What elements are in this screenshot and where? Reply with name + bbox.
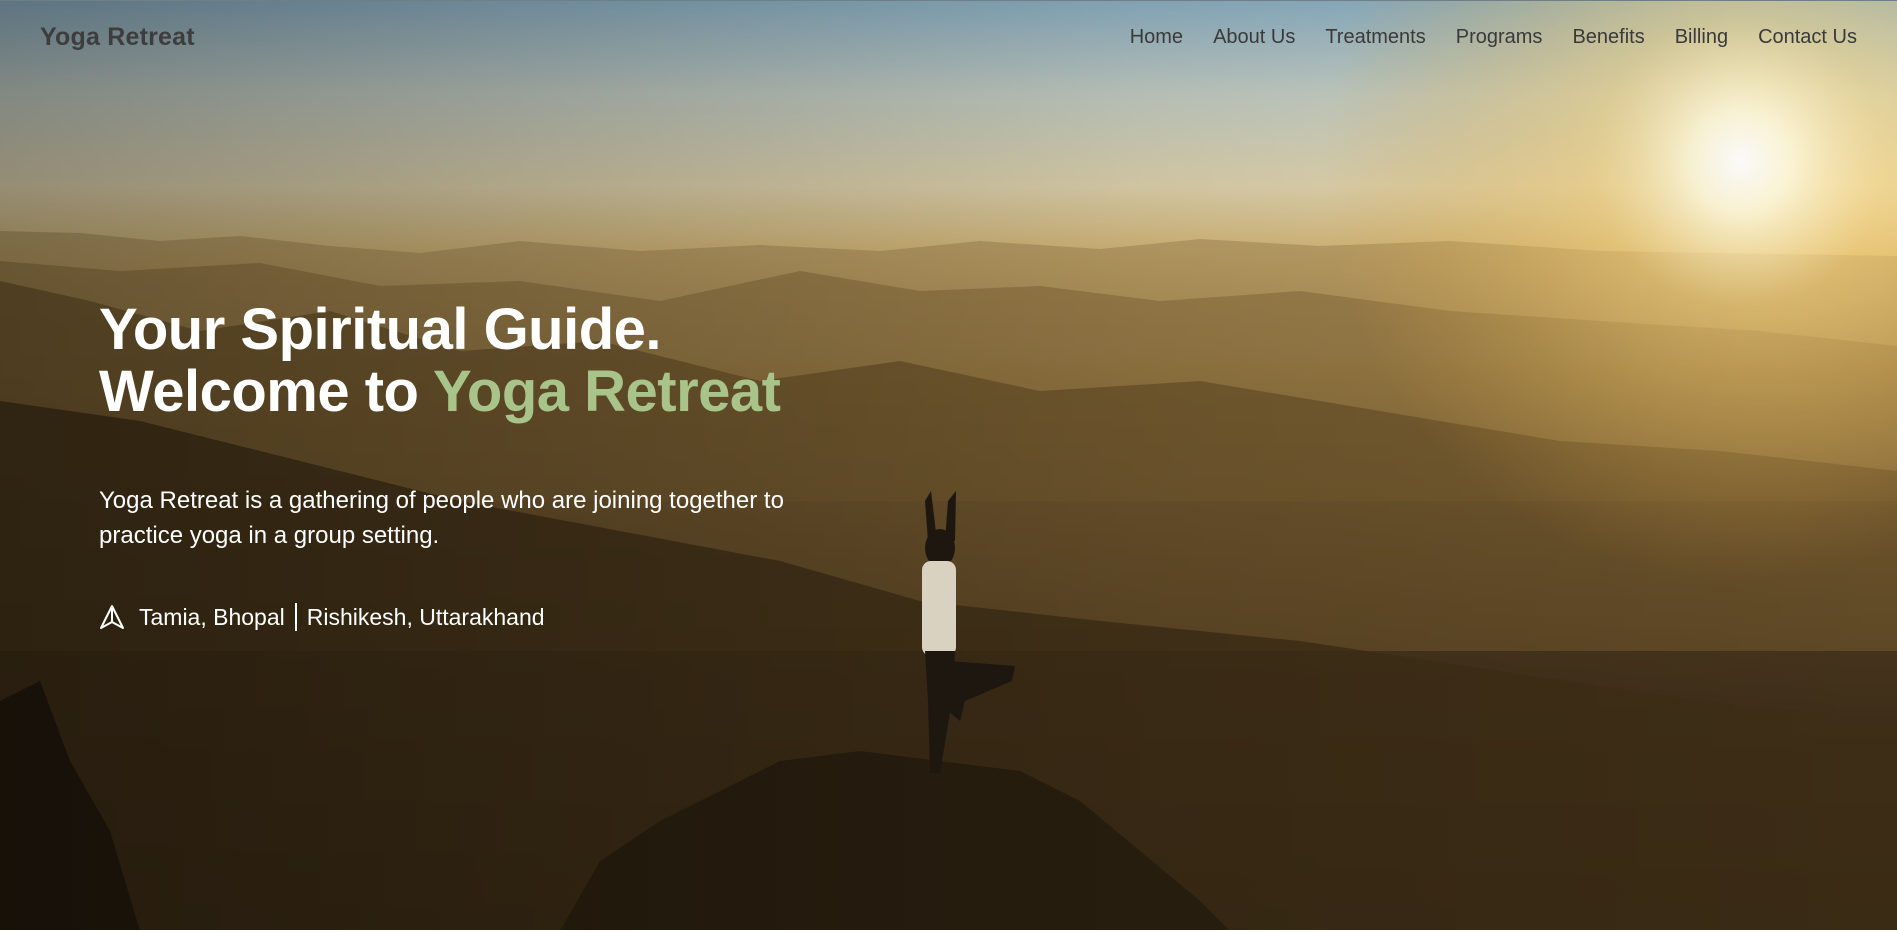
nav-link-benefits[interactable]: Benefits	[1572, 26, 1644, 49]
nav-link-contact-us[interactable]: Contact Us	[1758, 26, 1857, 49]
navigation-arrow-icon	[100, 605, 124, 629]
top-navbar: Yoga Retreat Home About Us Treatments Pr…	[0, 1, 1897, 79]
brand-logo[interactable]: Yoga Retreat	[40, 23, 195, 52]
nav-links: Home About Us Treatments Programs Benefi…	[1130, 26, 1857, 49]
locations-row: Tamia, Bhopal Rishikesh, Uttarakhand	[99, 603, 859, 631]
headline-line-1: Your Spiritual Guide.	[99, 297, 662, 362]
location-tamia-bhopal: Tamia, Bhopal	[139, 603, 285, 630]
headline-line-2-prefix: Welcome to	[99, 359, 434, 424]
nav-link-home[interactable]: Home	[1130, 26, 1183, 49]
nav-link-about-us[interactable]: About Us	[1213, 26, 1295, 49]
nav-link-programs[interactable]: Programs	[1456, 26, 1543, 49]
hero-description: Yoga Retreat is a gathering of people wh…	[99, 487, 784, 549]
headline-accent-text: Yoga Retreat	[433, 359, 781, 424]
hero-content: Your Spiritual Guide. Welcome to Yoga Re…	[99, 299, 859, 631]
location-rishikesh-uttarakhand: Rishikesh, Uttarakhand	[306, 603, 545, 630]
hero-section: Yoga Retreat Home About Us Treatments Pr…	[0, 0, 1897, 930]
location-separator	[294, 603, 297, 631]
hero-headline: Your Spiritual Guide. Welcome to Yoga Re…	[99, 299, 859, 423]
nav-link-billing[interactable]: Billing	[1675, 26, 1728, 49]
nav-link-treatments[interactable]: Treatments	[1325, 26, 1425, 49]
